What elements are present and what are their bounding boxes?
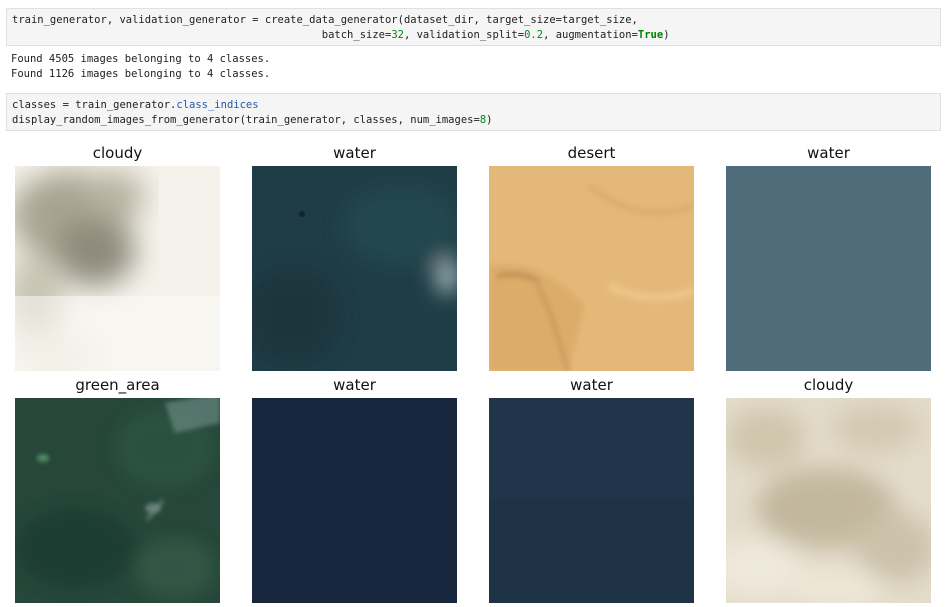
- image-grid-output: cloudy water desert water green_area wat…: [0, 137, 948, 607]
- code-text: train_generator.: [68, 99, 177, 111]
- sample-image: [15, 166, 220, 371]
- code-text: display_random_images_from_generator(tra…: [12, 114, 474, 126]
- code-cell-create-generator[interactable]: train_generator, validation_generator = …: [6, 8, 941, 46]
- code-line: batch_size=32, validation_split=0.2, aug…: [12, 29, 670, 41]
- output-line: Found 1126 images belonging to 4 classes…: [11, 68, 271, 80]
- image-class-label: green_area: [75, 376, 160, 394]
- sample-image: [726, 166, 931, 371]
- sample-image: [489, 398, 694, 603]
- image-class-label: water: [807, 144, 850, 162]
- code-attribute: class_indices: [176, 99, 259, 111]
- sample-image: [15, 398, 220, 603]
- code-cell-display-images[interactable]: classes = train_generator.class_indices …: [6, 93, 941, 131]
- code-number: 32: [391, 29, 404, 41]
- code-text: , augmentation: [543, 29, 632, 41]
- code-line: train_generator, validation_generator = …: [12, 14, 638, 26]
- sample-image: [489, 166, 694, 371]
- satellite-image: [726, 398, 931, 603]
- image-class-label: desert: [567, 144, 616, 162]
- image-class-label: water: [333, 144, 376, 162]
- code-text: classes: [12, 99, 63, 111]
- image-class-label: water: [570, 376, 613, 394]
- code-text: target_size,: [562, 14, 638, 26]
- code-text: ): [663, 29, 670, 41]
- satellite-image: [252, 398, 457, 603]
- code-keyword: True: [637, 29, 664, 41]
- code-text: train_generator, validation_generator: [12, 14, 253, 26]
- image-class-label: cloudy: [803, 376, 854, 394]
- code-number: 0.2: [524, 29, 544, 41]
- satellite-image: [252, 166, 457, 371]
- code-text: batch_size: [321, 29, 385, 41]
- sample-image-tile: cloudy: [726, 369, 931, 603]
- output-line: Found 4505 images belonging to 4 classes…: [11, 53, 271, 65]
- code-text: , validation_split: [403, 29, 518, 41]
- sample-image-tile: water: [489, 369, 694, 603]
- image-class-label: cloudy: [92, 144, 143, 162]
- sample-image-tile: cloudy: [15, 137, 220, 371]
- sample-image: [252, 398, 457, 603]
- sample-image: [726, 398, 931, 603]
- sample-image-tile: water: [252, 137, 457, 371]
- sample-image-tile: water: [252, 369, 457, 603]
- code-line: display_random_images_from_generator(tra…: [12, 114, 492, 126]
- sample-image-tile: green_area: [15, 369, 220, 603]
- satellite-image: [15, 398, 220, 603]
- satellite-image: [489, 398, 694, 603]
- code-text: create_data_generator(dataset_dir, targe…: [258, 14, 556, 26]
- code-text: ): [486, 114, 493, 126]
- satellite-image: [726, 166, 931, 371]
- sample-image-tile: desert: [489, 137, 694, 371]
- image-class-label: water: [333, 376, 376, 394]
- code-line: classes = train_generator.class_indices: [12, 99, 259, 111]
- satellite-image: [15, 166, 220, 371]
- cell-output-stream: Found 4505 images belonging to 4 classes…: [11, 52, 270, 82]
- sample-image-tile: water: [726, 137, 931, 371]
- sample-image: [252, 166, 457, 371]
- satellite-image: [489, 166, 694, 371]
